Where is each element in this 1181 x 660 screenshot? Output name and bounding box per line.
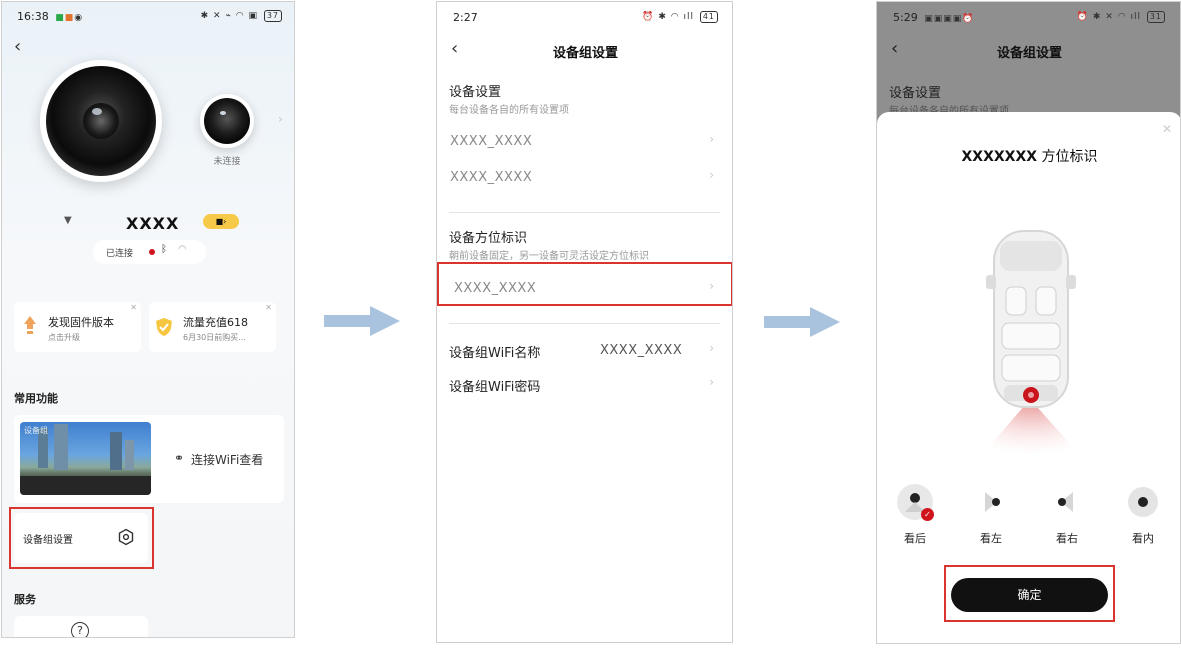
device-settings-title: 设备设置 [449,85,502,100]
status-time: 5:29 [893,11,918,24]
upload-icon [22,315,38,337]
chevron-right-icon: › [709,168,714,182]
page-title: 设备组设置 [996,46,1062,61]
page-title: 设备组设置 [552,46,618,61]
system-icons: ⏰ ✱ ✕ ◠ ıll 31 [1077,11,1165,23]
divider [449,212,720,213]
device-settings-item[interactable]: XXXX_XXXX › [449,166,719,190]
highlight-box [9,507,154,569]
connection-status: 已连接 [106,249,134,259]
wifi-name-value: XXXX_XXXX [600,343,683,358]
close-icon[interactable]: ✕ [265,303,272,312]
preview-overlay-text: 设备组 [24,426,48,435]
firmware-card[interactable]: 发现固件版本 点击升级 ✕ [14,302,141,352]
flow-arrow [764,307,840,337]
device-name: XXXX [126,214,180,233]
signal-icon: ▼ [64,215,72,226]
battery-level: 31 [1146,11,1165,23]
device-name-label: XXXX_XXXX [450,134,533,149]
sheet-title-device: XXXXXXX [961,149,1038,165]
record-dot-icon [149,249,155,255]
connection-pill: 已连接 ᛒ ◠ [93,240,206,264]
chevron-right-icon: › [709,132,714,146]
shield-check-icon [155,317,173,337]
wifi-icon: ◠ [178,244,187,255]
bg-section-title: 设备设置 [889,86,942,101]
chevron-right-icon: › [709,341,714,355]
orientation-title: 设备方位标识 [449,231,528,246]
orientation-subtitle: 朝前设备固定，另一设备可灵活设定方位标识 [449,251,649,262]
wifi-name-row[interactable]: 设备组WiFi名称 XXXX_XXXX › [449,339,719,363]
help-icon: ? [71,622,89,637]
topup-subtitle: 6月30日前购买... [183,333,246,342]
tutorial-canvas: 16:38 ■■◉ ✱ ✕ ⌁ ◠ ▣ 37 ‹ 未连接 › ▼ XXXX ■›… [0,0,1181,660]
link-icon: ⚭ [174,451,185,465]
service-card[interactable]: ? [14,616,148,637]
secondary-camera-status: 未连接 [213,157,241,167]
phone-screen-group-settings: 2:27 ⏰ ✱ ◠ ıll 41 ‹ 设备组设置 设备设置 每台设备各自的所有… [436,1,733,643]
option-label: 看后 [904,532,926,545]
device-name-label: XXXX_XXXX [450,170,533,185]
chevron-right-icon[interactable]: › [278,112,283,126]
close-icon[interactable]: ✕ [130,303,137,312]
phone-screen-home: 16:38 ■■◉ ✱ ✕ ⌁ ◠ ▣ 37 ‹ 未连接 › ▼ XXXX ■›… [1,1,295,638]
selected-check-icon: ✓ [921,508,934,521]
eye-icon: ◉ [74,13,84,23]
battery-level: 41 [699,11,718,23]
wifi-password-row[interactable]: 设备组WiFi密码 › [449,373,719,397]
option-right[interactable]: 看右 [1047,484,1087,546]
notification-icons: ■ [55,13,65,23]
firmware-title: 发现固件版本 [48,316,114,329]
wifi-view-label[interactable]: 连接WiFi查看 [191,451,263,468]
phone-screen-orientation-sheet: 5:29 ▣▣▣▣⏰ ⏰ ✱ ✕ ◠ ıll 31 ‹ 设备组设置 设备设置 每… [876,1,1181,644]
camera-preview-thumbnail[interactable]: 设备组 [20,422,151,495]
option-label: 看内 [1132,532,1154,545]
highlight-box [437,262,732,306]
main-camera-image [40,60,162,182]
status-bar: 5:29 ▣▣▣▣⏰ ⏰ ✱ ✕ ◠ ıll 31 [893,11,1165,25]
left-view-icon [973,484,1009,520]
option-label: 看右 [1056,532,1078,545]
device-settings-subtitle: 每台设备各自的所有设置项 [449,105,569,116]
back-icon[interactable]: ‹ [14,38,21,56]
option-left[interactable]: 看左 [971,484,1011,546]
highlight-box [944,565,1115,622]
orientation-bottom-sheet: ✕ XXXXXXX 方位标识 ✓ 看后 看左 看右 看内 确定 [877,112,1180,643]
sheet-title-suffix: 方位标识 [1041,149,1098,165]
device-settings-item[interactable]: XXXX_XXXX › [449,130,719,154]
car-top-view-illustration [982,230,1080,455]
firmware-subtitle: 点击升级 [48,333,80,342]
notification-icons: ▣▣▣▣⏰ [924,14,975,24]
option-inside[interactable]: 看内 [1123,484,1163,546]
status-time: 16:38 [17,10,49,23]
section-service-title: 服务 [14,593,36,606]
close-icon[interactable]: ✕ [1162,122,1172,136]
topup-title: 流量充值618 [183,316,248,329]
option-label: 看左 [980,532,1002,545]
flow-arrow [324,306,400,336]
status-time: 2:27 [453,11,478,24]
sheet-title: XXXXXXX 方位标识 [877,146,1180,166]
option-rear[interactable]: ✓ 看后 [895,484,935,546]
record-badge[interactable]: ■› [203,214,239,229]
status-bar: 16:38 ■■◉ ✱ ✕ ⌁ ◠ ▣ 37 [17,10,282,24]
section-common-title: 常用功能 [14,392,58,405]
bluetooth-icon: ᛒ [161,244,167,255]
inside-view-icon [1128,487,1158,517]
system-icons: ⏰ ✱ ◠ ıll 41 [642,11,718,23]
divider [449,323,720,324]
right-view-icon [1049,484,1085,520]
data-topup-card[interactable]: 流量充值618 6月30日前购买... ✕ [149,302,276,352]
wifi-password-label: 设备组WiFi密码 [449,380,541,395]
secondary-camera-image [200,94,254,148]
battery-level: 37 [263,10,282,22]
wifi-name-label: 设备组WiFi名称 [449,346,541,361]
status-bar: 2:27 ⏰ ✱ ◠ ıll 41 [453,11,718,25]
system-icons: ✱ ✕ ⌁ ◠ ▣ 37 [201,10,282,22]
chevron-right-icon: › [709,375,714,389]
